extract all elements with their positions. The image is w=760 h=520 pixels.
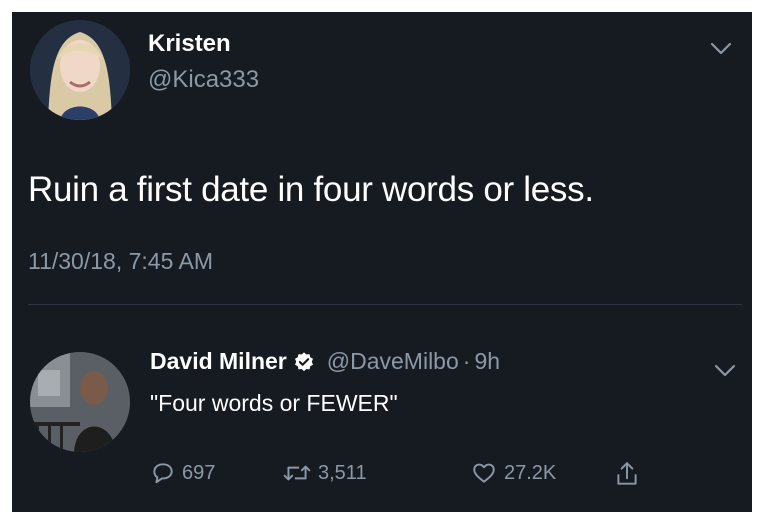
verified-badge-icon [294, 351, 313, 371]
tweet-actions: 697 3,511 27.2K [150, 460, 710, 490]
main-handle[interactable]: @Kica333 [148, 66, 259, 94]
chevron-down-icon[interactable] [710, 42, 732, 56]
reply-button[interactable]: 697 [150, 460, 215, 486]
kristen-avatar[interactable] [30, 20, 130, 120]
main-tweet-text: Ruin a first date in four words or less. [28, 170, 594, 209]
like-icon [473, 463, 495, 483]
reply-icon [153, 463, 173, 484]
chevron-down-icon[interactable] [714, 364, 736, 378]
reply-tweet-text: "Four words or FEWER" [150, 390, 398, 416]
share-button[interactable] [614, 460, 646, 488]
reply-display-name[interactable]: David Milner [150, 348, 287, 375]
reply-age[interactable]: 9h [474, 348, 500, 375]
like-button[interactable]: 27.2K [470, 460, 556, 486]
retweet-count: 3,511 [318, 461, 367, 484]
retweet-icon [283, 465, 311, 481]
divider [28, 304, 742, 305]
reply-count: 697 [182, 461, 216, 484]
david-avatar[interactable] [30, 352, 130, 452]
reply-handle[interactable]: @DaveMilbo [327, 348, 459, 375]
main-timestamp[interactable]: 11/30/18, 7:45 AM [28, 248, 213, 275]
separator-dot: · [462, 348, 471, 374]
tweet-thread: Kristen @Kica333 Ruin a first date in fo… [12, 12, 752, 512]
main-display-name[interactable]: Kristen [148, 30, 231, 58]
reply-header: David Milner @DaveMilbo · 9h [150, 348, 500, 375]
share-icon [617, 462, 637, 485]
retweet-button[interactable]: 3,511 [282, 460, 367, 486]
like-count: 27.2K [504, 461, 557, 484]
